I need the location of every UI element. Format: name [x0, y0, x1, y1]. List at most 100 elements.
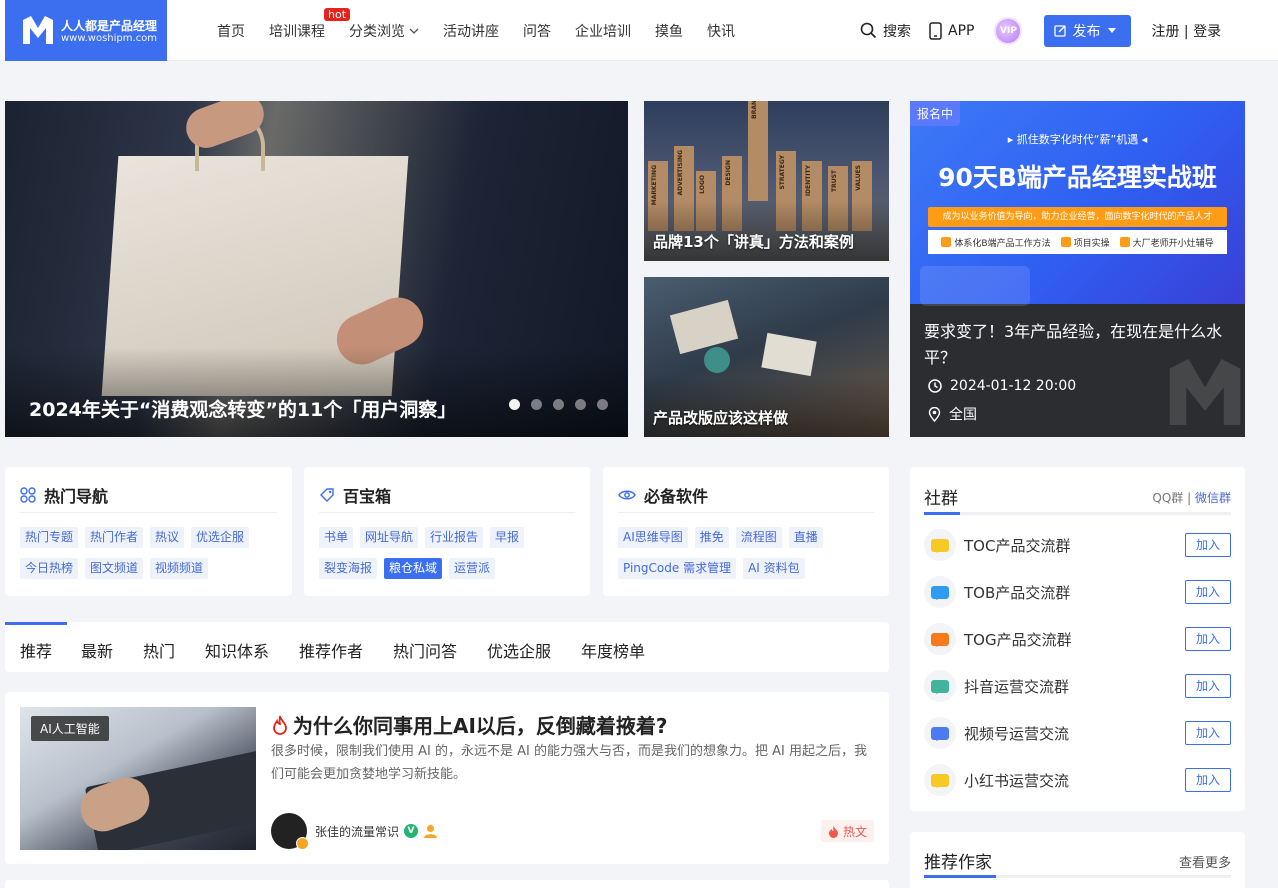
article-card[interactable]: AI人工智能 为什么你同事用上AI以后，反倒藏着掖着? 很多时候，限制我们使用 …: [5, 692, 889, 864]
event-deco: [920, 266, 1030, 306]
author-name[interactable]: 张佳的流量常识: [315, 823, 399, 840]
tag-icon: [320, 488, 334, 502]
caret-down-icon: [1108, 28, 1117, 33]
join-button[interactable]: 加入: [1185, 721, 1231, 745]
nav-news-flash[interactable]: 快讯: [707, 21, 735, 41]
event-headline: 90天B端产品经理实战班: [938, 163, 1217, 192]
register-login-link[interactable]: 注册 | 登录: [1151, 21, 1221, 41]
nav-categories[interactable]: 分类浏览: [349, 21, 419, 41]
hero-title[interactable]: 2024年关于“消费观念转变”的11个「用户洞察」: [29, 395, 456, 422]
search-button[interactable]: 搜索: [860, 21, 911, 41]
group-name: 抖音运营交流群: [964, 677, 1070, 696]
nav-tag[interactable]: 视频频道: [150, 558, 209, 579]
grid-icon: [20, 487, 36, 503]
article-card[interactable]: [5, 880, 889, 888]
nav-tag[interactable]: 热议: [150, 527, 185, 548]
join-button[interactable]: 加入: [1185, 674, 1231, 698]
nav-events[interactable]: 活动讲座: [443, 21, 499, 41]
nav-tag[interactable]: 运营派: [449, 558, 496, 579]
carousel-dot[interactable]: [553, 399, 564, 410]
nav-tag[interactable]: 热门作者: [85, 527, 144, 548]
event-features: 体系化B端产品工作方法 项目实操 大厂老师开小灶辅导: [928, 230, 1227, 254]
tab-authors[interactable]: 推荐作者: [299, 638, 363, 662]
nav-tag[interactable]: 今日热榜: [20, 558, 79, 579]
chat-bubble-icon: [924, 576, 956, 608]
tile-image-chart: [704, 347, 730, 373]
nav-moyu[interactable]: 摸鱼: [655, 21, 683, 41]
chat-bubble-shape: [931, 773, 949, 788]
brand-block-word: MARKETING: [651, 165, 658, 206]
tab-hot-qa[interactable]: 热门问答: [393, 638, 457, 662]
tab-services[interactable]: 优选企服: [487, 638, 551, 662]
tab-knowledge[interactable]: 知识体系: [205, 638, 269, 662]
tile-image-paper: [761, 332, 817, 377]
nav-tag[interactable]: 网址导航: [360, 527, 419, 548]
article-summary: 很多时候，限制我们使用 AI 的，永远不是 AI 的能力强大与否，而是我们的想象…: [271, 744, 867, 782]
featured-tile-redesign[interactable]: 产品改版应该这样做: [644, 277, 889, 437]
join-button[interactable]: 加入: [1185, 768, 1231, 792]
wechat-group-link[interactable]: 微信群: [1195, 491, 1231, 505]
tab-recommend[interactable]: 推荐: [20, 638, 52, 662]
publish-button[interactable]: 发布: [1044, 14, 1132, 47]
active-tab-indicator: [5, 622, 67, 625]
nav-qa[interactable]: 问答: [523, 21, 551, 41]
nav-tag[interactable]: 流程图: [735, 527, 782, 548]
nav-enterprise-training[interactable]: 企业培训: [575, 21, 631, 41]
check-icon: [1119, 237, 1130, 247]
nav-home[interactable]: 首页: [217, 21, 245, 41]
carousel-dot[interactable]: [597, 399, 608, 410]
join-button[interactable]: 加入: [1185, 533, 1231, 557]
article-author[interactable]: 张佳的流量常识 V: [271, 813, 438, 850]
view-more-link[interactable]: 查看更多: [1179, 852, 1231, 871]
avatar[interactable]: [271, 813, 309, 850]
carousel-dot[interactable]: [509, 399, 520, 410]
app-download-link[interactable]: APP: [929, 21, 974, 40]
nav-tag[interactable]: 粮仓私域: [384, 558, 443, 579]
hero-carousel[interactable]: 2024年关于“消费观念转变”的11个「用户洞察」: [5, 101, 628, 437]
nav-tag[interactable]: 行业报告: [425, 527, 484, 548]
event-card[interactable]: 报名中 ▸ 抓住数字化时代“薪”机遇 ◂ 90天B端产品经理实战班 成为以业务价…: [910, 101, 1245, 437]
nav-tag[interactable]: 裂变海报: [319, 558, 378, 579]
chat-bubble-icon: [924, 764, 956, 796]
clock-icon: [928, 379, 942, 393]
nav-tag[interactable]: PingCode 需求管理: [618, 558, 737, 579]
group-row: TOG产品交流群 加入: [924, 619, 1231, 659]
chat-bubble-icon: [924, 529, 956, 561]
nav-tag[interactable]: 热门专题: [20, 527, 79, 548]
page-scrollbar[interactable]: [1272, 61, 1278, 888]
top-header: 人人都是产品经理 www.woshipm.com 首页 培训课程 hot 分类浏…: [0, 0, 1278, 61]
brand-block-word: IDENTITY: [805, 165, 812, 197]
nav-courses[interactable]: 培训课程 hot: [269, 7, 351, 41]
article-title[interactable]: 为什么你同事用上AI以后，反倒藏着掖着?: [271, 710, 668, 739]
article-thumbnail[interactable]: AI人工智能: [20, 707, 256, 850]
group-name: 小红书运营交流: [964, 771, 1070, 790]
community-links: QQ群 | 微信群: [1152, 489, 1231, 506]
nav-tag[interactable]: AI 资料包: [743, 558, 805, 579]
vip-badge-icon[interactable]: VIP: [994, 16, 1023, 45]
nav-tag[interactable]: 直播: [788, 527, 823, 548]
join-button[interactable]: 加入: [1185, 580, 1231, 604]
tab-annual-ranking[interactable]: 年度榜单: [581, 638, 645, 662]
carousel-dot[interactable]: [575, 399, 586, 410]
tab-hot[interactable]: 热门: [143, 638, 175, 662]
group-row: 视频号运营交流 加入: [924, 713, 1231, 753]
site-logo[interactable]: 人人都是产品经理 www.woshipm.com: [5, 0, 167, 61]
logo-name: 人人都是产品经理: [61, 19, 158, 33]
qq-group-link[interactable]: QQ群: [1152, 491, 1183, 505]
event-banner: 报名中 ▸ 抓住数字化时代“薪”机遇 ◂ 90天B端产品经理实战班 成为以业务价…: [910, 101, 1245, 306]
nav-tag[interactable]: 图文频道: [85, 558, 144, 579]
brand-block-word: ADVERTISING: [677, 150, 684, 196]
nav-tag[interactable]: 优选企服: [191, 527, 250, 548]
category-badge[interactable]: AI人工智能: [31, 716, 109, 741]
nav-tag[interactable]: 早报: [490, 527, 525, 548]
chat-bubble-icon: [924, 623, 956, 655]
nav-tag[interactable]: 推免: [694, 527, 729, 548]
nav-tag[interactable]: 书单: [319, 527, 354, 548]
join-button[interactable]: 加入: [1185, 627, 1231, 651]
tab-latest[interactable]: 最新: [81, 638, 113, 662]
featured-tile-brand[interactable]: MARKETING ADVERTISING LOGO DESIGN BRAND STRAT…: [644, 101, 889, 261]
card-header: 热门导航: [20, 483, 108, 507]
divider: [618, 512, 874, 513]
carousel-dot[interactable]: [531, 399, 542, 410]
nav-tag[interactable]: AI思维导图: [618, 527, 688, 548]
